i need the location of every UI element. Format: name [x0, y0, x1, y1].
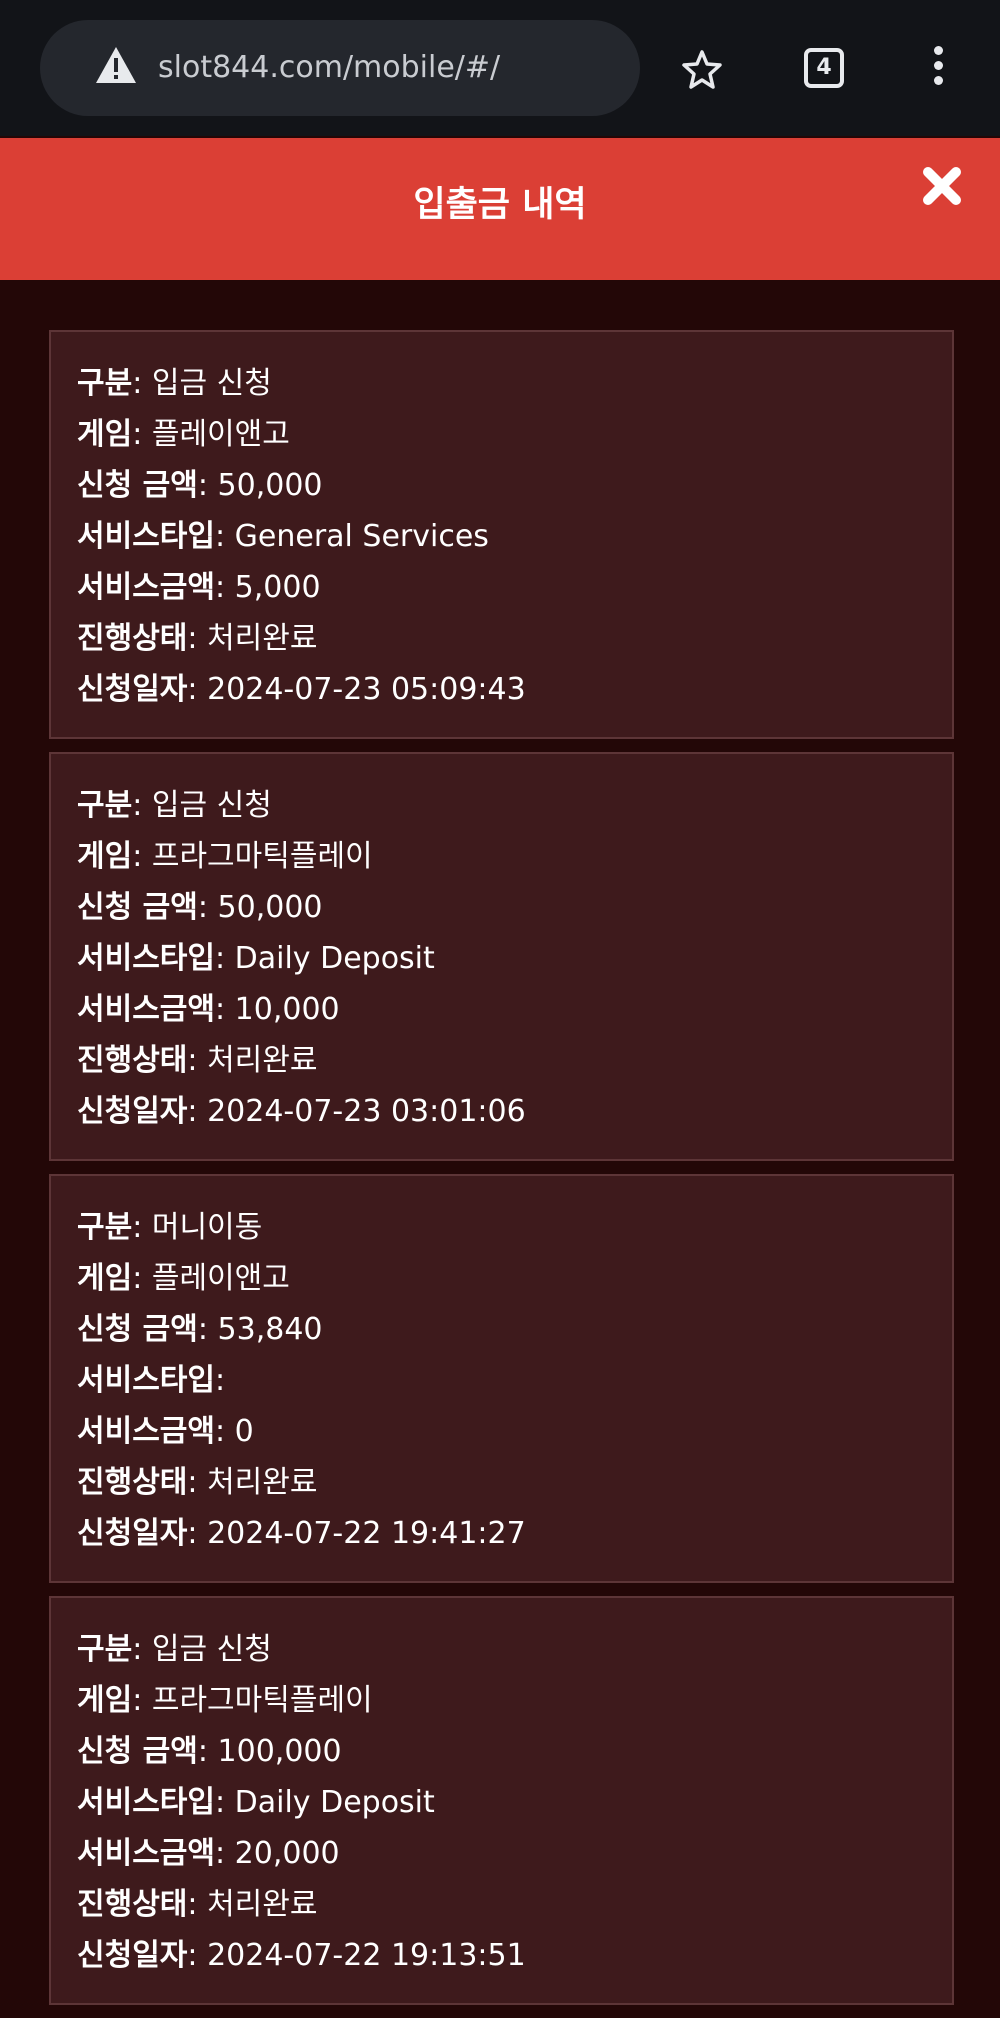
transaction-list: 구분: 입금 신청 게임: 플레이앤고 신청 금액: 50,000 서비스타입:… [49, 330, 954, 2018]
field-amount: 신청 금액: 100,000 [77, 1734, 342, 1769]
field-label: 서비스타입 [77, 941, 215, 976]
field-value: 2024-07-22 19:41:27 [207, 1516, 526, 1551]
field-status: 진행상태: 처리완료 [77, 1043, 318, 1078]
field-label: 서비스금액 [77, 1414, 215, 1449]
field-game: 게임: 프라그마틱플레이 [77, 839, 373, 874]
field-label: 구분 [77, 788, 133, 823]
field-value: 53,840 [217, 1312, 323, 1347]
overflow-menu-icon[interactable] [930, 46, 946, 90]
field-value: 100,000 [217, 1734, 342, 1769]
field-service-type: 서비스타입: Daily Deposit [77, 1785, 435, 1820]
field-status: 진행상태: 처리완료 [77, 621, 318, 656]
field-label: 진행상태 [77, 1043, 188, 1078]
field-game: 게임: 플레이앤고 [77, 1261, 290, 1296]
field-label: 게임 [77, 1683, 133, 1718]
field-value: 10,000 [234, 992, 340, 1027]
field-type: 구분: 입금 신청 [77, 788, 272, 823]
field-label: 진행상태 [77, 1887, 188, 1922]
field-value: 20,000 [234, 1836, 340, 1871]
field-value: 2024-07-22 19:13:51 [207, 1938, 526, 1973]
field-value: 처리완료 [207, 1887, 318, 1922]
field-value: 0 [234, 1414, 254, 1449]
close-icon[interactable] [920, 164, 964, 208]
field-value: 50,000 [217, 890, 323, 925]
field-label: 신청 금액 [77, 1734, 198, 1769]
field-label: 게임 [77, 417, 133, 452]
field-value: 50,000 [217, 468, 323, 503]
warning-icon[interactable] [94, 45, 138, 85]
field-label: 진행상태 [77, 1465, 188, 1500]
field-value: General Services [234, 519, 489, 554]
field-status: 진행상태: 처리완료 [77, 1887, 318, 1922]
field-amount: 신청 금액: 50,000 [77, 468, 323, 503]
field-label: 서비스타입 [77, 519, 215, 554]
field-value: 처리완료 [207, 1043, 318, 1078]
field-game: 게임: 플레이앤고 [77, 417, 290, 452]
field-status: 진행상태: 처리완료 [77, 1465, 318, 1500]
field-label: 서비스금액 [77, 992, 215, 1027]
field-label: 신청일자 [77, 1516, 188, 1551]
field-label: 서비스타입 [77, 1785, 215, 1820]
field-value: 플레이앤고 [151, 417, 290, 452]
field-value: 프라그마틱플레이 [151, 1683, 373, 1718]
field-label: 구분 [77, 1210, 133, 1245]
field-label: 신청 금액 [77, 1312, 198, 1347]
field-label: 신청일자 [77, 1094, 188, 1129]
field-value: 2024-07-23 05:09:43 [207, 672, 526, 707]
field-amount: 신청 금액: 50,000 [77, 890, 323, 925]
transaction-card: 구분: 입금 신청 게임: 프라그마틱플레이 신청 금액: 100,000 서비… [49, 1596, 954, 2005]
field-date: 신청일자: 2024-07-22 19:13:51 [77, 1938, 526, 1973]
field-label: 구분 [77, 366, 133, 401]
transaction-card: 구분: 입금 신청 게임: 플레이앤고 신청 금액: 50,000 서비스타입:… [49, 330, 954, 739]
field-label: 신청일자 [77, 672, 188, 707]
field-service-amount: 서비스금액: 10,000 [77, 992, 340, 1027]
field-value: 머니이동 [151, 1210, 263, 1245]
field-label: 서비스금액 [77, 570, 215, 605]
field-label: 서비스금액 [77, 1836, 215, 1871]
field-value: 처리완료 [207, 1465, 318, 1500]
field-label: 게임 [77, 1261, 133, 1296]
field-service-type: 서비스타입: Daily Deposit [77, 941, 435, 976]
field-value: Daily Deposit [234, 941, 435, 976]
field-value: 플레이앤고 [151, 1261, 290, 1296]
field-value: Daily Deposit [234, 1785, 435, 1820]
field-service-type: 서비스타입: General Services [77, 519, 489, 554]
field-service-amount: 서비스금액: 0 [77, 1414, 254, 1449]
field-label: 신청일자 [77, 1938, 188, 1973]
url-text[interactable]: slot844.com/mobile/#/ [158, 20, 500, 116]
address-bar[interactable]: slot844.com/mobile/#/ [40, 20, 640, 116]
field-type: 구분: 입금 신청 [77, 366, 272, 401]
field-service-amount: 서비스금액: 5,000 [77, 570, 321, 605]
transaction-card: 구분: 머니이동 게임: 플레이앤고 신청 금액: 53,840 서비스타입: … [49, 1174, 954, 1583]
field-label: 구분 [77, 1632, 133, 1667]
field-label: 서비스타입 [77, 1363, 215, 1398]
field-value: 처리완료 [207, 621, 318, 656]
modal-title: 입출금 내역 [413, 185, 587, 225]
field-value: 입금 신청 [151, 1632, 272, 1667]
field-label: 진행상태 [77, 621, 188, 656]
field-value: 입금 신청 [151, 788, 272, 823]
field-type: 구분: 입금 신청 [77, 1632, 272, 1667]
modal-header: 입출금 내역 [0, 138, 1000, 280]
browser-toolbar: slot844.com/mobile/#/ 4 [0, 0, 1000, 136]
field-date: 신청일자: 2024-07-23 03:01:06 [77, 1094, 526, 1129]
transaction-card: 구분: 입금 신청 게임: 프라그마틱플레이 신청 금액: 50,000 서비스… [49, 752, 954, 1161]
tab-switcher-icon[interactable]: 4 [804, 48, 844, 88]
field-game: 게임: 프라그마틱플레이 [77, 1683, 373, 1718]
field-service-amount: 서비스금액: 20,000 [77, 1836, 340, 1871]
field-value: 2024-07-23 03:01:06 [207, 1094, 526, 1129]
field-label: 신청 금액 [77, 890, 198, 925]
field-date: 신청일자: 2024-07-23 05:09:43 [77, 672, 526, 707]
field-service-type: 서비스타입: [77, 1363, 226, 1398]
bookmark-star-icon[interactable] [680, 48, 724, 92]
field-amount: 신청 금액: 53,840 [77, 1312, 323, 1347]
field-type: 구분: 머니이동 [77, 1210, 263, 1245]
field-label: 게임 [77, 839, 133, 874]
field-value: 입금 신청 [151, 366, 272, 401]
field-value: 프라그마틱플레이 [151, 839, 373, 874]
field-date: 신청일자: 2024-07-22 19:41:27 [77, 1516, 526, 1551]
field-label: 신청 금액 [77, 468, 198, 503]
field-value: 5,000 [234, 570, 321, 605]
